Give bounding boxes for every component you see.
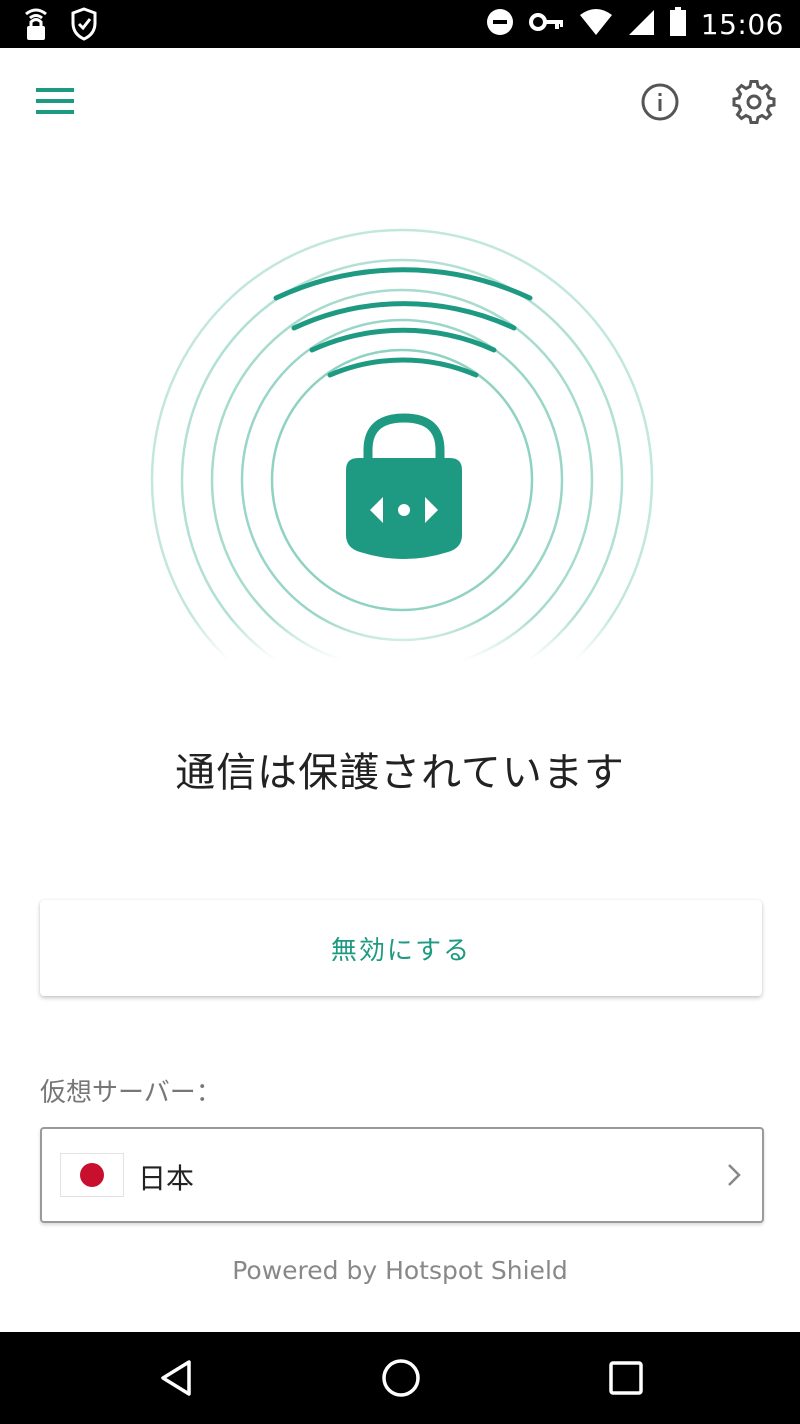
disable-button-label: 無効にする bbox=[330, 935, 472, 966]
do-not-disturb-icon bbox=[485, 7, 515, 41]
shield-check-icon bbox=[70, 7, 98, 45]
navigation-bar bbox=[0, 1332, 800, 1424]
server-selector[interactable]: 日本 bbox=[40, 1127, 764, 1223]
wifi-lock-icon bbox=[22, 6, 50, 46]
gear-icon bbox=[732, 80, 776, 124]
chevron-right-icon bbox=[728, 1164, 741, 1186]
cellular-signal-icon bbox=[627, 8, 655, 40]
settings-button[interactable] bbox=[730, 78, 778, 126]
info-button[interactable] bbox=[636, 78, 684, 126]
hamburger-menu-icon bbox=[36, 88, 74, 114]
battery-icon bbox=[669, 7, 687, 41]
home-button[interactable] bbox=[379, 1356, 423, 1400]
recents-icon bbox=[609, 1361, 643, 1395]
vpn-key-icon bbox=[528, 10, 565, 38]
back-icon bbox=[161, 1360, 191, 1396]
disable-button[interactable]: 無効にする bbox=[40, 900, 762, 996]
clock-time: 15:06 bbox=[700, 7, 784, 41]
app-bar bbox=[0, 48, 800, 158]
powered-by-text: Powered by Hotspot Shield bbox=[232, 1256, 568, 1285]
back-button[interactable] bbox=[155, 1356, 199, 1400]
recents-button[interactable] bbox=[604, 1356, 648, 1400]
server-name: 日本 bbox=[138, 1162, 195, 1195]
home-icon bbox=[382, 1359, 420, 1397]
protection-graphic bbox=[0, 160, 800, 732]
wifi-icon bbox=[579, 8, 613, 40]
status-bar: 15:06 bbox=[0, 0, 800, 48]
virtual-server-label: 仮想サーバー： bbox=[40, 1078, 222, 1108]
connection-status-text: 通信は保護されています bbox=[175, 750, 625, 796]
menu-button[interactable] bbox=[30, 82, 82, 122]
info-icon bbox=[641, 83, 679, 121]
japan-flag-icon bbox=[60, 1153, 124, 1197]
